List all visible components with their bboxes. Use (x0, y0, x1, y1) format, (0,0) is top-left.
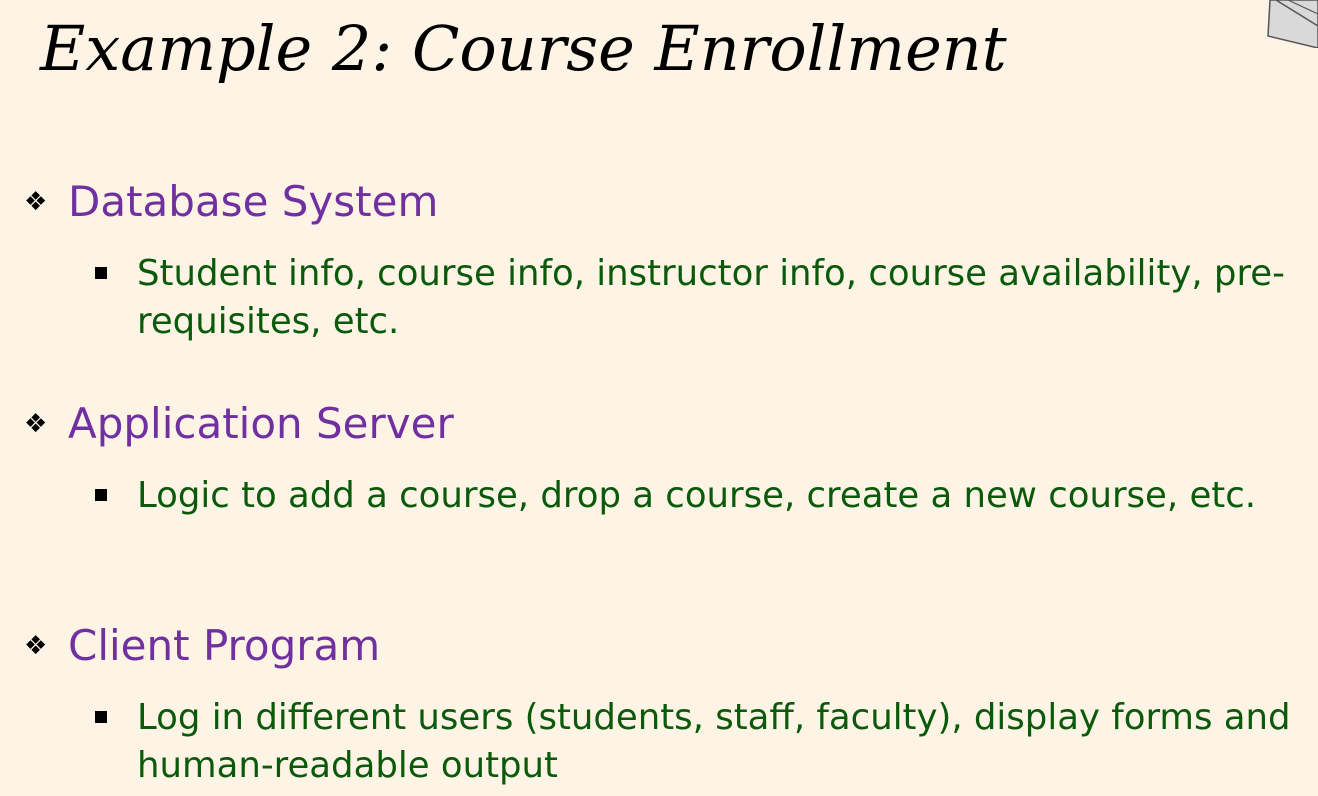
section-detail-text: Student info, course info, instructor in… (137, 253, 1285, 342)
slide-title: Example 2: Course Enrollment (40, 12, 1007, 85)
section-heading-client-program: ❖ Client Program (24, 618, 380, 674)
section-detail-text: Logic to add a course, drop a course, cr… (137, 475, 1257, 516)
section-heading-application-server: ❖ Application Server (24, 396, 454, 452)
section-detail-client-program: Log in different users (students, staff,… (94, 694, 1314, 790)
section-heading-database-system: ❖ Database System (24, 174, 438, 230)
section-detail-application-server: Logic to add a course, drop a course, cr… (94, 472, 1314, 520)
folded-page-corner-icon (1267, 0, 1318, 48)
diamond-bullet-icon: ❖ (24, 631, 48, 661)
section-heading-text: Database System (68, 177, 439, 226)
diamond-bullet-icon: ❖ (24, 409, 48, 439)
diamond-bullet-icon: ❖ (24, 187, 48, 217)
section-heading-text: Application Server (68, 399, 454, 448)
slide: Example 2: Course Enrollment ❖ Database … (0, 0, 1318, 796)
section-detail-database-system: Student info, course info, instructor in… (94, 250, 1314, 346)
section-detail-text: Log in different users (students, staff,… (137, 697, 1291, 786)
square-bullet-icon (94, 250, 137, 298)
section-heading-text: Client Program (68, 621, 381, 670)
square-bullet-icon (94, 472, 137, 520)
square-bullet-icon (94, 694, 137, 742)
